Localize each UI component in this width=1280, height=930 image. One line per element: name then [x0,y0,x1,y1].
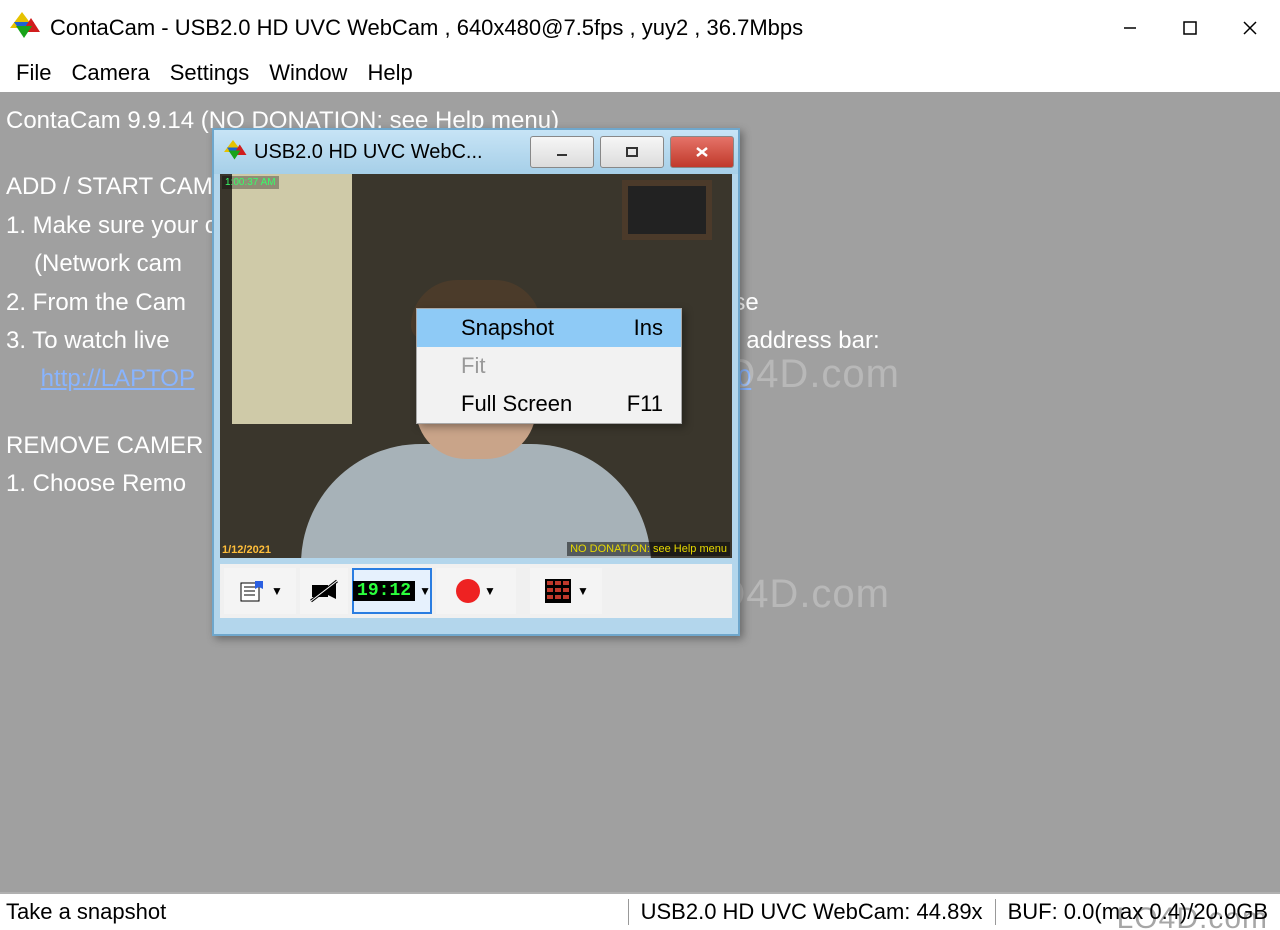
camera-window-title: USB2.0 HD UVC WebC... [254,141,483,164]
grid-tool-button[interactable]: ▼ [530,568,602,614]
camera-window-titlebar[interactable]: USB2.0 HD UVC WebC... [214,130,738,174]
camera-maximize-button[interactable] [600,136,664,168]
context-item-label: Full Screen [461,391,572,417]
camera-minimize-button[interactable] [530,136,594,168]
context-item-label: Fit [461,353,485,379]
window-title: ContaCam - USB2.0 HD UVC WebCam , 640x48… [50,15,803,41]
camera-off-icon [308,577,340,605]
context-menu-fit: Fit [417,347,681,385]
menu-help[interactable]: Help [357,58,422,88]
camera-off-tool-button[interactable] [300,568,348,614]
statusbar-camera-stat: USB2.0 HD UVC WebCam: 44.89x [628,899,995,925]
statusbar-buffer: BUF: 0.0(max 0.4)/20.0GB [995,899,1280,925]
menu-camera[interactable]: Camera [61,58,159,88]
tool-clock-value: 19:12 [353,581,415,601]
main-titlebar: ContaCam - USB2.0 HD UVC WebCam , 640x48… [0,0,1280,56]
camera-window-icon [224,140,248,164]
minimize-button[interactable] [1100,8,1160,48]
menu-file[interactable]: File [6,58,61,88]
close-button[interactable] [1220,8,1280,48]
context-menu-fullscreen[interactable]: Full Screen F11 [417,385,681,423]
chevron-down-icon: ▼ [271,584,283,598]
record-icon [456,579,480,603]
context-item-shortcut: Ins [634,315,663,341]
hand-sheet-icon [237,577,267,605]
context-menu-snapshot[interactable]: Snapshot Ins [417,309,681,347]
menu-settings[interactable]: Settings [160,58,260,88]
window-controls [1100,8,1280,48]
maximize-button[interactable] [1160,8,1220,48]
camera-toolbar: ▼ 19:12 ▼ ▼ ▼ [220,564,732,618]
camera-close-button[interactable] [670,136,734,168]
menubar: File Camera Settings Window Help [0,56,1280,90]
video-timestamp: 1:00:37 AM [222,176,279,189]
context-item-shortcut: F11 [627,391,663,417]
chevron-down-icon: ▼ [419,584,431,598]
app-icon [10,12,42,44]
context-item-label: Snapshot [461,315,554,341]
workspace-link[interactable]: http://LAPTOP [41,365,195,392]
chevron-down-icon: ▼ [484,584,496,598]
camera-window-controls [530,136,734,168]
snapshot-tool-button[interactable]: ▼ [224,568,296,614]
context-menu: Snapshot Ins Fit Full Screen F11 [416,308,682,424]
menu-window[interactable]: Window [259,58,357,88]
record-tool-button[interactable]: ▼ [436,568,516,614]
statusbar: Take a snapshot USB2.0 HD UVC WebCam: 44… [0,892,1280,930]
video-banner: NO DONATION: see Help menu [567,542,730,556]
grid-icon [543,577,573,605]
statusbar-hint: Take a snapshot [0,899,628,925]
video-date: 1/12/2021 [222,544,271,556]
chevron-down-icon: ▼ [577,584,589,598]
clock-tool-button[interactable]: 19:12 ▼ [352,568,432,614]
